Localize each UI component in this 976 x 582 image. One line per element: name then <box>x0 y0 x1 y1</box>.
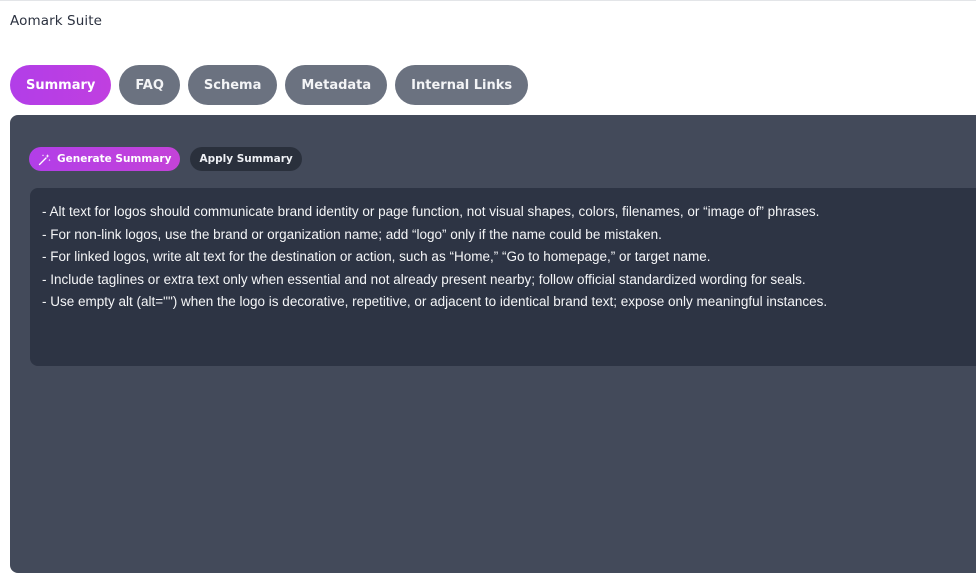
summary-line: - Alt text for logos should communicate … <box>42 204 820 219</box>
tab-schema[interactable]: Schema <box>187 65 278 105</box>
apply-summary-button[interactable]: Apply Summary <box>190 147 302 171</box>
action-bar: Generate Summary Apply Summary <box>29 147 302 171</box>
summary-line: - Include taglines or extra text only wh… <box>42 271 806 287</box>
tab-bar: Summary FAQ Schema Metadata Internal Lin… <box>10 65 529 105</box>
tab-summary[interactable]: Summary <box>10 65 112 105</box>
summary-line: - For linked logos, write alt text for t… <box>42 249 711 264</box>
magic-wand-icon <box>38 153 51 166</box>
tab-metadata[interactable]: Metadata <box>285 65 388 105</box>
summary-line: - For non-link logos, use the brand or o… <box>42 226 662 242</box>
summary-panel: Generate Summary Apply Summary - Alt tex… <box>10 115 976 573</box>
generate-summary-label: Generate Summary <box>57 153 172 165</box>
tab-internal-links[interactable]: Internal Links <box>395 65 529 105</box>
app-title: Aomark Suite <box>10 13 103 29</box>
summary-line: - Use empty alt (alt="") when the logo i… <box>42 294 828 309</box>
generate-summary-button[interactable]: Generate Summary <box>29 147 181 171</box>
tab-faq[interactable]: FAQ <box>119 65 180 105</box>
summary-text-box[interactable]: - Alt text for logos should communicate … <box>30 188 976 366</box>
top-divider <box>0 0 976 1</box>
